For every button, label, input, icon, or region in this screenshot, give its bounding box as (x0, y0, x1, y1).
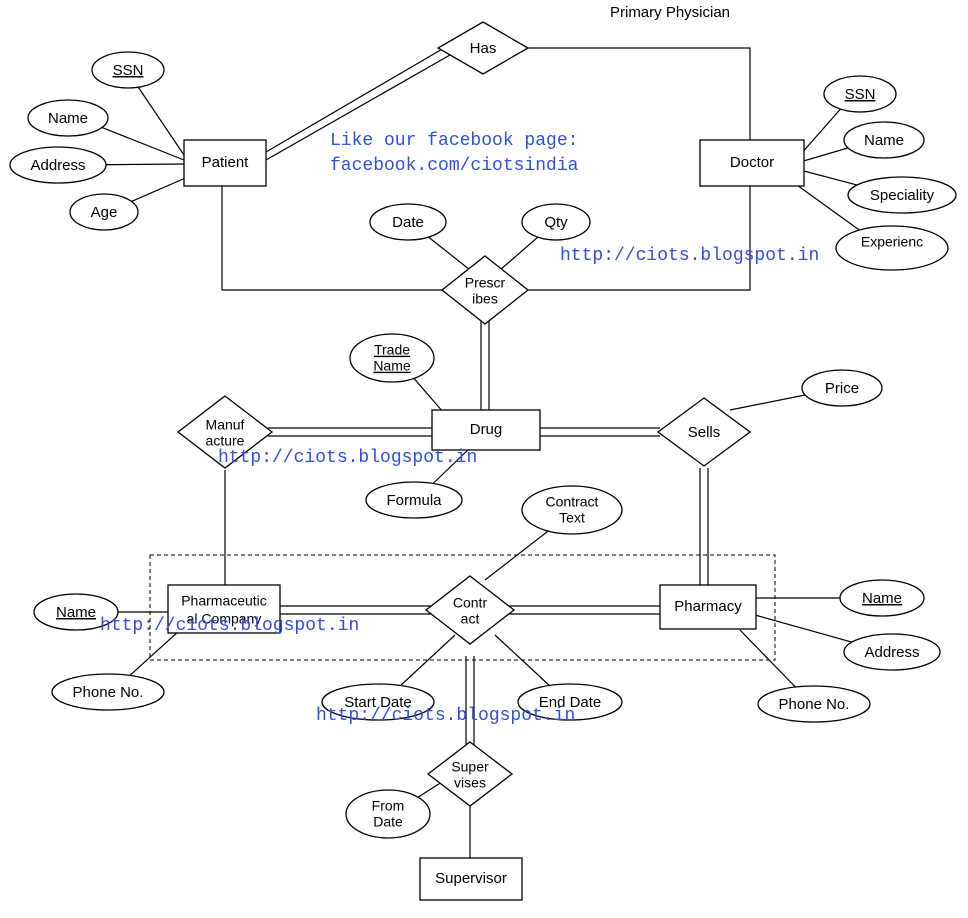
svg-text:Name: Name (373, 358, 411, 374)
label-sells: Sells (688, 424, 721, 441)
watermark-fb-2: facebook.com/ciotsindia (330, 156, 579, 176)
svg-text:Price: Price (825, 380, 859, 397)
attr-doctor-experience: Experienc (836, 226, 948, 270)
svg-text:Age: Age (91, 204, 118, 221)
svg-text:Address: Address (864, 644, 919, 661)
label-supervises-2: vises (454, 775, 486, 791)
attr-doctor-ssn: SSN (824, 76, 896, 112)
label-pharmaco-1: Pharmaceutic (181, 593, 267, 609)
label-drug: Drug (470, 421, 503, 438)
attr-prescribes-date: Date (370, 204, 446, 240)
rel-contract: Contr act (426, 576, 514, 644)
svg-text:SSN: SSN (845, 86, 876, 103)
svg-text:Contract: Contract (546, 494, 599, 510)
rel-prescribes: Prescr ibes (442, 256, 528, 324)
label-manufacture-2: acture (206, 433, 245, 449)
label-has: Has (470, 40, 497, 57)
entity-patient: Patient (184, 140, 266, 186)
svg-text:Name: Name (48, 110, 88, 127)
er-diagram: Patient Doctor Drug Pharmaceutic al Comp… (0, 0, 968, 918)
attr-drug-tradename: Trade Name (350, 334, 434, 382)
attr-patient-name: Name (28, 100, 108, 136)
rel-supervises: Super vises (428, 742, 512, 806)
attr-pharmacy-name: Name (840, 580, 924, 616)
label-supervisor: Supervisor (435, 870, 507, 887)
label-contract-2: act (461, 611, 480, 627)
svg-text:Date: Date (392, 214, 424, 231)
rel-has: Has (438, 22, 528, 74)
svg-text:Address: Address (30, 157, 85, 174)
attr-pharmaco-phone: Phone No. (52, 674, 164, 710)
attr-pharmacy-address: Address (844, 634, 940, 670)
edge-has-doctor (520, 48, 750, 140)
watermark-url-2: http://ciots.blogspot.in (218, 448, 477, 468)
attr-patient-age: Age (70, 194, 138, 230)
entity-drug: Drug (432, 410, 540, 450)
label-prescribes-1: Prescr (465, 275, 506, 291)
attr-patient-address: Address (10, 147, 106, 183)
svg-text:Name: Name (864, 132, 904, 149)
svg-text:SSN: SSN (113, 62, 144, 79)
attr-sells-price: Price (802, 370, 882, 406)
label-primary-physician: Primary Physician (610, 4, 730, 21)
svg-text:Phone No.: Phone No. (779, 696, 850, 713)
label-prescribes-2: ibes (472, 291, 498, 307)
watermark-url-4: http://ciots.blogspot.in (316, 706, 575, 726)
entity-doctor: Doctor (700, 140, 804, 186)
label-patient: Patient (202, 154, 250, 171)
attr-drug-formula: Formula (366, 482, 462, 518)
watermark-fb-1: Like our facebook page: (330, 131, 578, 151)
svg-text:Text: Text (559, 510, 585, 526)
entity-supervisor: Supervisor (420, 858, 522, 900)
attr-supervises-from: From Date (346, 790, 430, 838)
label-manufacture-1: Manuf (206, 417, 245, 433)
label-pharmacy: Pharmacy (674, 598, 742, 615)
svg-text:Formula: Formula (386, 492, 442, 509)
svg-text:Date: Date (373, 814, 403, 830)
attr-pharmacy-phone: Phone No. (758, 686, 870, 722)
attr-prescribes-qty: Qty (522, 204, 590, 240)
attr-patient-ssn: SSN (92, 52, 164, 88)
svg-text:Experienc: Experienc (861, 234, 923, 250)
svg-text:Speciality: Speciality (870, 187, 935, 204)
watermark-url-1: http://ciots.blogspot.in (560, 246, 819, 266)
watermark-url-3: http://ciots.blogspot.in (100, 616, 359, 636)
svg-text:Name: Name (862, 590, 902, 607)
entity-pharmacy: Pharmacy (660, 585, 756, 629)
label-contract-1: Contr (453, 595, 488, 611)
svg-text:From: From (372, 798, 405, 814)
svg-text:Name: Name (56, 604, 96, 621)
attr-contract-text: Contract Text (522, 486, 622, 534)
svg-text:Phone No.: Phone No. (73, 684, 144, 701)
label-doctor: Doctor (730, 154, 774, 171)
attr-doctor-name: Name (844, 122, 924, 158)
attr-doctor-speciality: Speciality (848, 177, 956, 213)
svg-text:Qty: Qty (544, 214, 568, 231)
label-supervises-1: Super (451, 759, 489, 775)
svg-text:Trade: Trade (374, 342, 410, 358)
